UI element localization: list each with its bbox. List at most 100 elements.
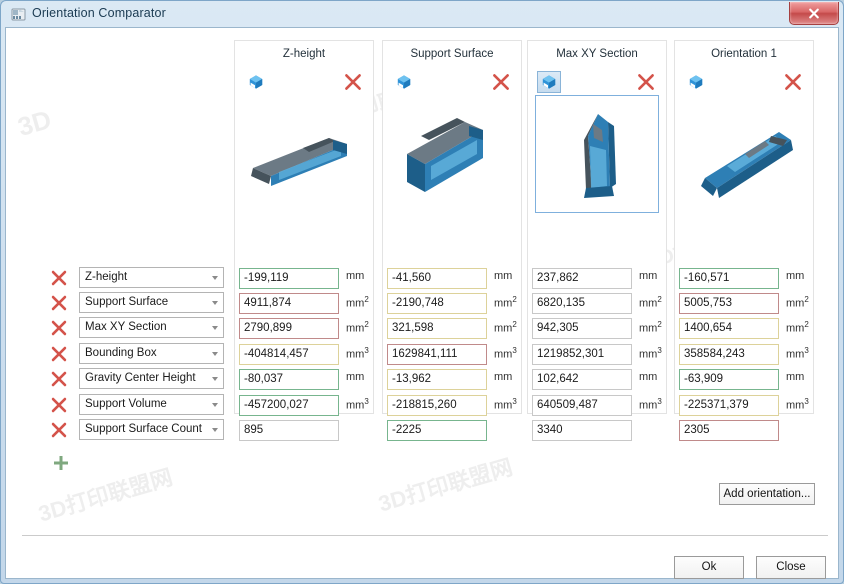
- close-icon[interactable]: [789, 2, 839, 25]
- unit-base: mm: [639, 371, 658, 383]
- unit-exponent: 2: [512, 295, 517, 304]
- remove-column-icon[interactable]: [783, 72, 803, 92]
- remove-criterion-icon[interactable]: [50, 396, 68, 414]
- window-title: Orientation Comparator: [32, 6, 166, 20]
- value-input[interactable]: 6820,135: [532, 293, 632, 314]
- unit-base: mm: [786, 322, 805, 335]
- unit-base: mm: [786, 348, 805, 361]
- orientation-column-toolbar: [235, 71, 373, 95]
- value-input[interactable]: -160,571: [679, 268, 779, 289]
- value-unit: mm3: [786, 397, 809, 412]
- value-input[interactable]: -404814,457: [239, 344, 339, 365]
- value-cell: 2790,899 mm2: [239, 318, 369, 339]
- value-input[interactable]: -2190,748: [387, 293, 487, 314]
- criterion-label: Gravity Center Height: [85, 372, 196, 384]
- value-input[interactable]: -80,037: [239, 369, 339, 390]
- criterion-select[interactable]: Bounding Box: [79, 343, 224, 364]
- value-input[interactable]: -13,962: [387, 369, 487, 390]
- criterion-select[interactable]: Support Surface: [79, 292, 224, 313]
- plus-icon[interactable]: [51, 453, 71, 473]
- value-cell: 1219852,301 mm3: [532, 344, 662, 365]
- value-cell: -80,037 mm: [239, 369, 369, 390]
- value-input[interactable]: -2225: [387, 420, 487, 441]
- value-input[interactable]: 358584,243: [679, 344, 779, 365]
- value-cell: -225371,379 mm3: [679, 395, 809, 416]
- remove-criterion-icon[interactable]: [50, 269, 68, 287]
- value-input[interactable]: 321,598: [387, 318, 487, 339]
- criterion-select[interactable]: Z-height: [79, 267, 224, 288]
- criterion-select[interactable]: Max XY Section: [79, 317, 224, 338]
- value-input[interactable]: 102,642: [532, 369, 632, 390]
- chevron-down-icon: [212, 377, 218, 381]
- value-input[interactable]: 1219852,301: [532, 344, 632, 365]
- value-input[interactable]: -457200,027: [239, 395, 339, 416]
- value-cell: 5005,753 mm2: [679, 293, 809, 314]
- remove-column-icon[interactable]: [491, 72, 511, 92]
- unit-exponent: 2: [364, 295, 369, 304]
- comparator-content: 3D 3D打印联盟网 3D打印联盟网 3D打印联盟网 3D打印联盟网 Z-hei…: [6, 28, 838, 579]
- value-input[interactable]: -218815,260: [387, 395, 487, 416]
- value-unit: mm2: [346, 295, 369, 310]
- value-input[interactable]: -225371,379: [679, 395, 779, 416]
- value-input[interactable]: 640509,487: [532, 395, 632, 416]
- remove-criterion-icon[interactable]: [50, 345, 68, 363]
- value-input[interactable]: 1629841,111: [387, 344, 487, 365]
- remove-criterion-icon[interactable]: [50, 294, 68, 312]
- value-input[interactable]: 1400,654: [679, 318, 779, 339]
- orientation-preview[interactable]: [242, 95, 366, 213]
- value-cell: 102,642 mm: [532, 369, 662, 390]
- value-input[interactable]: 942,305: [532, 318, 632, 339]
- criterion-row: Gravity Center Height: [50, 368, 225, 390]
- orientation-cube-icon[interactable]: [537, 71, 561, 93]
- value-input[interactable]: 2790,899: [239, 318, 339, 339]
- value-input[interactable]: 895: [239, 420, 339, 441]
- value-unit: mm: [786, 270, 804, 282]
- orientation-preview[interactable]: [535, 95, 659, 213]
- value-unit: mm3: [639, 346, 662, 361]
- value-input[interactable]: -199,119: [239, 268, 339, 289]
- unit-exponent: 3: [804, 397, 809, 406]
- value-cell: -2225: [387, 420, 517, 441]
- value-unit: mm3: [346, 346, 369, 361]
- value-input[interactable]: -41,560: [387, 268, 487, 289]
- value-input[interactable]: 2305: [679, 420, 779, 441]
- value-unit: mm2: [786, 295, 809, 310]
- remove-column-icon[interactable]: [636, 72, 656, 92]
- remove-column-icon[interactable]: [343, 72, 363, 92]
- value-unit: mm3: [786, 346, 809, 361]
- criterion-select[interactable]: Support Surface Count: [79, 419, 224, 440]
- value-input[interactable]: 3340: [532, 420, 632, 441]
- criterion-label: Support Surface: [85, 296, 169, 308]
- value-cell: 6820,135 mm2: [532, 293, 662, 314]
- orientation-preview[interactable]: [390, 95, 514, 213]
- criterion-label: Support Surface Count: [85, 423, 202, 435]
- value-cell: 942,305 mm2: [532, 318, 662, 339]
- criterion-row: Support Volume: [50, 394, 225, 416]
- value-cell: 4911,874 mm2: [239, 293, 369, 314]
- value-input[interactable]: 237,862: [532, 268, 632, 289]
- value-input[interactable]: 5005,753: [679, 293, 779, 314]
- footer-separator: [22, 535, 828, 536]
- add-orientation-button[interactable]: Add orientation...: [719, 483, 815, 505]
- orientation-cube-icon[interactable]: [684, 71, 708, 93]
- criterion-select[interactable]: Support Volume: [79, 394, 224, 415]
- value-input[interactable]: -63,909: [679, 369, 779, 390]
- orientation-cube-icon[interactable]: [244, 71, 268, 93]
- orientation-cube-icon[interactable]: [392, 71, 416, 93]
- cancel-button[interactable]: Close: [756, 556, 826, 579]
- unit-base: mm: [346, 270, 365, 282]
- value-unit: mm: [346, 270, 364, 282]
- remove-criterion-icon[interactable]: [50, 370, 68, 388]
- criterion-select[interactable]: Gravity Center Height: [79, 368, 224, 389]
- orientation-column-toolbar: [383, 71, 521, 95]
- value-unit: mm: [494, 270, 512, 282]
- value-input[interactable]: 4911,874: [239, 293, 339, 314]
- remove-criterion-icon[interactable]: [50, 319, 68, 337]
- chevron-down-icon: [212, 403, 218, 407]
- value-cell: 895: [239, 420, 369, 441]
- unit-base: mm: [639, 322, 658, 335]
- value-cell: -13,962 mm: [387, 369, 517, 390]
- ok-button[interactable]: Ok: [674, 556, 744, 579]
- orientation-preview[interactable]: [682, 95, 806, 213]
- remove-criterion-icon[interactable]: [50, 421, 68, 439]
